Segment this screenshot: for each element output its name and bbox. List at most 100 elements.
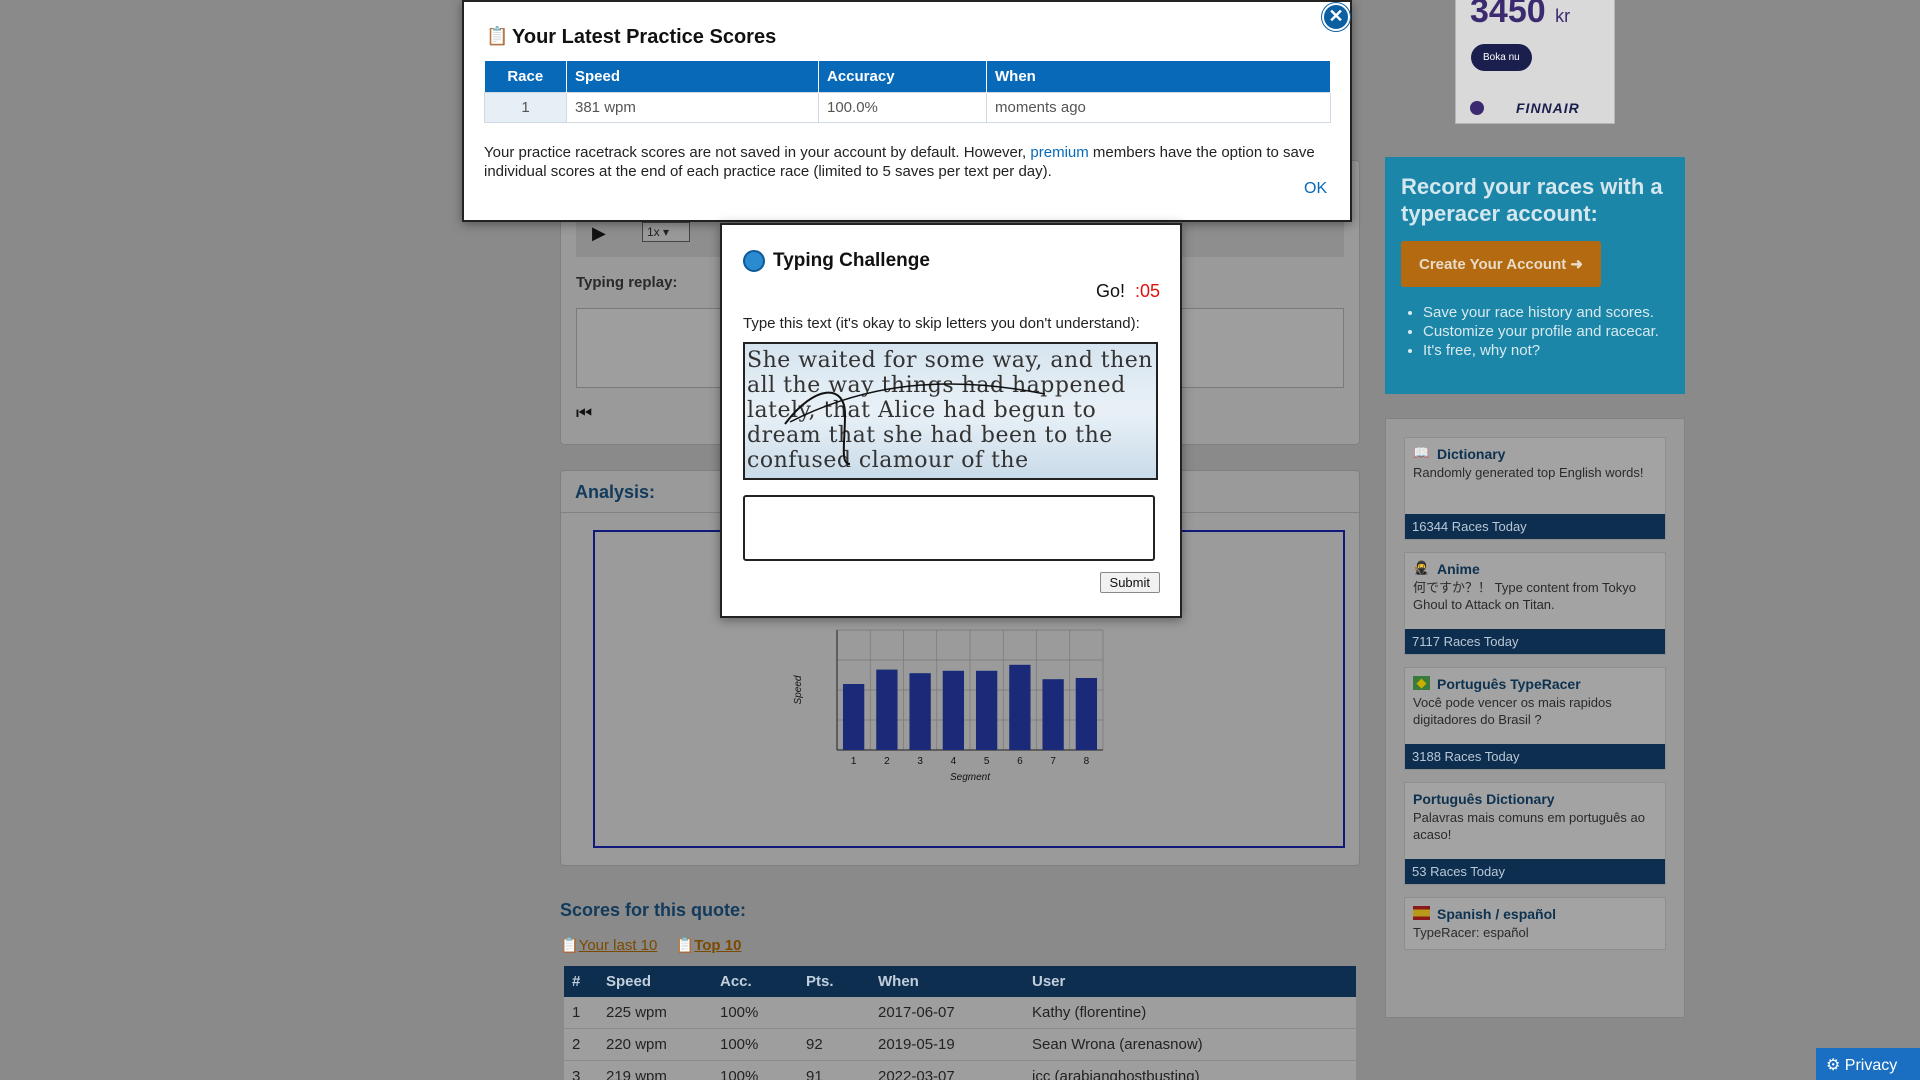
cell: 2022-03-07 <box>870 1060 1024 1080</box>
cell: 1 <box>564 997 598 1029</box>
category-desc: Você pode vencer os mais rapidos digitad… <box>1413 695 1612 727</box>
x-tick-label: 6 <box>1017 756 1023 767</box>
cell: 381 wpm <box>566 92 819 123</box>
category-desc: Randomly generated top English words! <box>1413 465 1644 480</box>
ad-price: 3450 kr <box>1470 0 1571 30</box>
typing-replay-label: Typing replay: <box>576 274 678 291</box>
your-last-10-link[interactable]: Your last 10 <box>579 937 658 954</box>
category-count: 3188 Races Today <box>1405 744 1665 769</box>
speed-select[interactable]: 1x ▾ <box>642 222 690 242</box>
chart-bar <box>909 673 931 750</box>
category-title[interactable]: Spanish / español <box>1405 898 1665 924</box>
cell: moments ago <box>986 92 1331 123</box>
benefit-item: Save your race history and scores. <box>1423 303 1669 322</box>
column-header: Speed <box>598 966 712 997</box>
column-header: Acc. <box>712 966 798 997</box>
brazil-flag-icon: ◆ <box>1413 676 1430 690</box>
premium-link[interactable]: premium <box>1030 144 1088 161</box>
table-row: 1 225 wpm 100% 2017-06-07 Kathy (florent… <box>564 997 1356 1029</box>
chart-bar <box>876 669 898 750</box>
ad-logo-icon <box>1470 101 1484 115</box>
clipboard-icon: 📋 <box>675 937 695 954</box>
category-title[interactable]: Português TypeRacer <box>1405 668 1665 694</box>
cell: 1 <box>484 92 567 123</box>
cell: 100% <box>712 1028 798 1061</box>
category-desc: TypeRacer: español <box>1413 925 1529 940</box>
user-link[interactable]: Kathy (florentine) <box>1024 997 1356 1029</box>
column-header: Pts. <box>798 966 870 997</box>
modal-title: Your Latest Practice Scores <box>512 26 777 48</box>
category-count: 16344 Races Today <box>1405 514 1665 539</box>
cell: 2 <box>564 1028 598 1061</box>
category-title[interactable]: Anime <box>1405 553 1665 579</box>
play-icon[interactable]: ▶ <box>592 223 606 244</box>
score-links: 📋Your last 10 📋Top 10 <box>560 936 755 954</box>
column-header: # <box>564 966 598 997</box>
cell: 225 wpm <box>598 997 712 1029</box>
column-header: When <box>870 966 1024 997</box>
x-tick-label: 8 <box>1084 756 1090 767</box>
user-link[interactable]: jcc (arabianghostbusting) <box>1024 1060 1356 1080</box>
chart-bar <box>842 684 865 750</box>
ad-cta-button[interactable]: Boka nu <box>1471 44 1532 71</box>
spain-flag-icon <box>1413 906 1430 920</box>
category-desc: 何ですか？！ Type content from Tokyo Ghoul to … <box>1413 580 1636 612</box>
column-header: When <box>986 61 1331 93</box>
clipboard-icon: 📋 <box>486 26 509 46</box>
x-axis-label: Segment <box>950 772 991 783</box>
clipboard-icon: 📋 <box>560 937 579 954</box>
chart-bar <box>1075 678 1098 750</box>
cell: 92 <box>798 1028 870 1061</box>
cell: 100.0% <box>818 92 987 123</box>
category-count: 7117 Races Today <box>1405 629 1665 654</box>
race-category-item[interactable]: ◆ Português TypeRacer Você pode vencer o… <box>1404 667 1666 770</box>
y-axis-label: Speed <box>793 675 804 704</box>
category-title[interactable]: Português Dictionary <box>1405 783 1665 809</box>
benefit-item: Customize your profile and racecar. <box>1423 322 1669 341</box>
practice-note: Your practice racetrack scores are not s… <box>484 144 1315 180</box>
ninja-icon: 🥷 <box>1413 560 1430 575</box>
category-count: 53 Races Today <box>1405 859 1665 884</box>
user-link[interactable]: Sean Wrona (arenasnow) <box>1024 1028 1356 1061</box>
cell: 3 <box>564 1060 598 1080</box>
category-title[interactable]: Dictionary <box>1405 438 1665 464</box>
close-icon[interactable]: ✕ <box>1322 3 1350 31</box>
table-row: 1 381 wpm 100.0% moments ago <box>484 92 1331 123</box>
top-10-link[interactable]: Top 10 <box>694 937 741 954</box>
cell: 100% <box>712 997 798 1029</box>
scores-table: # Speed Acc. Pts. When User 1 225 wpm 10… <box>564 966 1356 1080</box>
x-tick-label: 4 <box>951 756 957 767</box>
cell: 2019-05-19 <box>870 1028 1024 1061</box>
captcha-scribble <box>784 383 1046 465</box>
typing-challenge-modal: Typing Challenge Go!:05 Type this text (… <box>720 223 1182 618</box>
cell: 2017-06-07 <box>870 997 1024 1029</box>
race-category-item[interactable]: Português Dictionary Palavras mais comun… <box>1404 782 1666 885</box>
timer: :05 <box>1134 281 1160 301</box>
chart-bar <box>975 670 998 750</box>
challenge-title: Typing Challenge <box>773 250 930 271</box>
book-icon: 📖 <box>1413 445 1430 460</box>
race-category-item[interactable]: 📖 Dictionary Randomly generated top Engl… <box>1404 437 1666 540</box>
x-tick-label: 3 <box>917 756 923 767</box>
create-account-button[interactable]: Create Your Account ➜ <box>1401 241 1602 287</box>
submit-button[interactable]: Submit <box>1099 572 1160 593</box>
advertisement[interactable]: 3450 kr Boka nu FINNAIR <box>1455 0 1615 124</box>
x-tick-label: 1 <box>851 756 857 767</box>
cell: 91 <box>798 1060 870 1080</box>
race-category-item[interactable]: Spanish / español TypeRacer: español <box>1404 897 1666 950</box>
cell: 220 wpm <box>598 1028 712 1061</box>
race-category-item[interactable]: 🥷 Anime 何ですか？！ Type content from Tokyo G… <box>1404 552 1666 655</box>
ok-button[interactable]: OK <box>1304 180 1327 198</box>
privacy-button[interactable]: ⚙ Privacy <box>1816 1048 1920 1080</box>
practice-scores-table: Race Speed Accuracy When 1 381 wpm 100.0… <box>484 61 1331 123</box>
record-panel: Record your races with a typeracer accou… <box>1385 157 1685 394</box>
x-tick-label: 2 <box>884 756 890 767</box>
challenge-instruction: Type this text (it's okay to skip letter… <box>743 315 1140 332</box>
rewind-icon[interactable]: ⏮ <box>576 403 592 424</box>
scores-title: Scores for this quote: <box>560 900 747 920</box>
chart-bar <box>1009 664 1031 750</box>
countdown: Go!:05 <box>1095 281 1160 301</box>
challenge-input[interactable] <box>743 495 1155 561</box>
benefit-item: It's free, why not? <box>1423 341 1669 360</box>
column-header: Race <box>484 61 567 93</box>
